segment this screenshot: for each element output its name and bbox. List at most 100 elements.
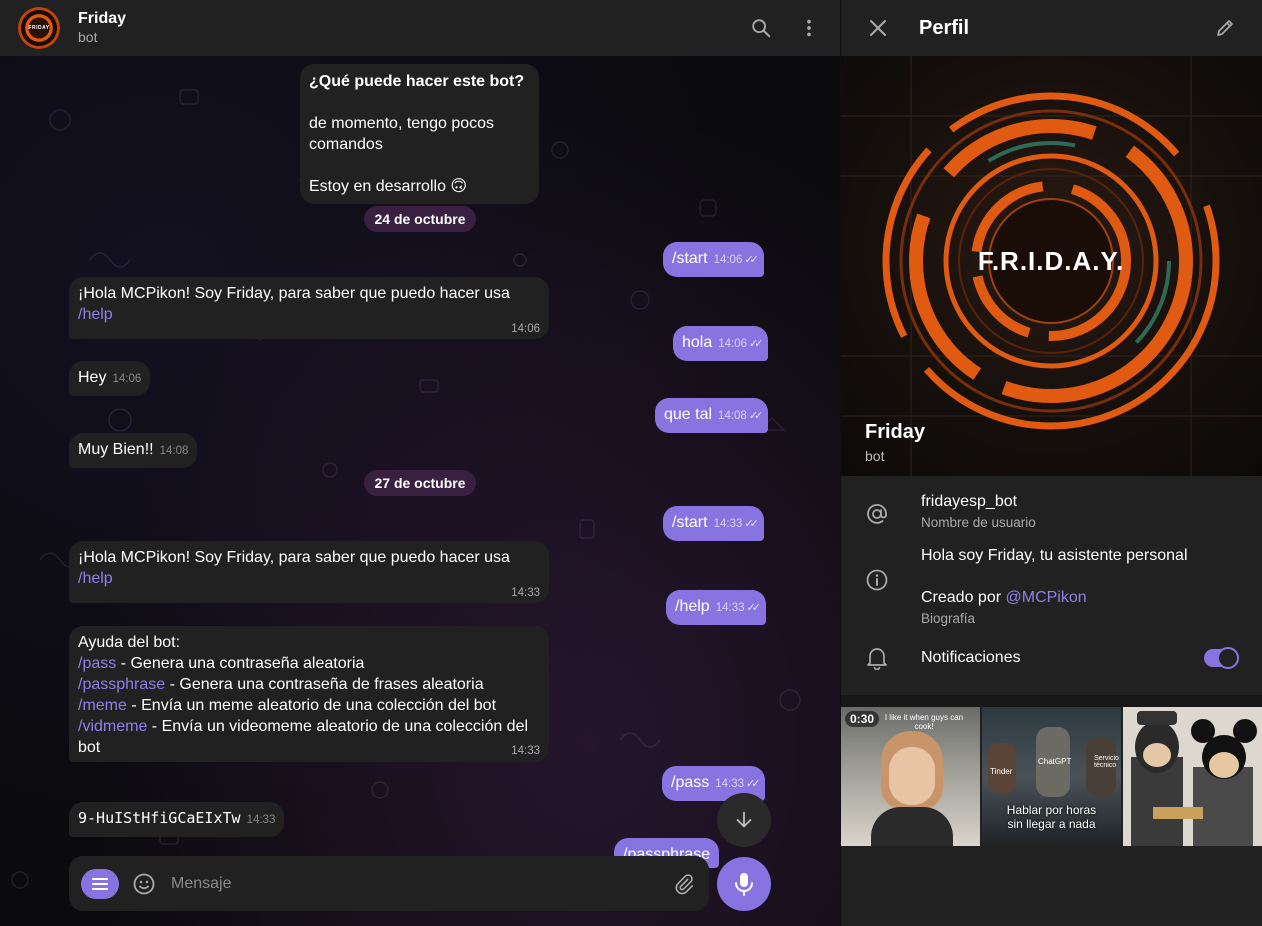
message-time: 14:06 (511, 323, 540, 335)
avatar-text: FRIDAY (28, 25, 50, 31)
command-description: - Envía un videomeme aleatorio de una co… (147, 718, 529, 735)
person-face (889, 747, 935, 805)
message-text: que tal (664, 406, 713, 423)
voice-record-button[interactable] (717, 857, 771, 911)
message-time: 14:06 (713, 254, 743, 266)
read-checks-icon: ✓✓ (746, 602, 761, 614)
message-in[interactable]: Muy Bien!! 14:08 (69, 433, 198, 468)
username-row[interactable]: fridayesp_bot Nombre de usuario (841, 492, 1262, 532)
message-time: 14:08 (718, 410, 747, 422)
command-link[interactable]: /help (78, 570, 113, 587)
app: FRIDAY Friday bot ¿Qué puede hacer este … (0, 0, 1262, 926)
bot-description-bubble: ¿Qué puede hacer este bot? de momento, t… (300, 64, 539, 204)
message-text: /start (672, 514, 708, 531)
meme-label: ChatGPT (1038, 757, 1072, 766)
meme-caption: sin llegar a nada (1007, 817, 1096, 831)
bio-line: Creado por (921, 589, 1006, 606)
search-icon[interactable] (748, 15, 774, 41)
command-description: bot (78, 739, 101, 756)
message-time: 14:33 (715, 602, 745, 614)
logo-text: F.R.I.D.A.Y. (978, 246, 1124, 276)
read-checks-icon: ✓✓ (744, 518, 759, 530)
command-link[interactable]: /help (78, 306, 113, 323)
message-in[interactable]: ¡Hola MCPikon! Soy Friday, para saber qu… (69, 541, 549, 603)
menu-icon (92, 877, 108, 890)
media-meme-thumb[interactable]: Tinder ChatGPT Servicio técnico Hablar p… (982, 707, 1121, 846)
message-text: Muy Bien!! (78, 441, 154, 458)
message-time: 14:33 (715, 778, 745, 790)
message-text: Hey (78, 369, 107, 386)
message-time: 14:08 (159, 445, 189, 457)
meme-label: Tinder (990, 767, 1013, 776)
read-checks-icon: ✓✓ (749, 338, 764, 350)
notifications-row[interactable]: Notificaciones (841, 646, 1262, 670)
shared-media-grid: 0:30 I like it when guys can cook! Tinde… (841, 707, 1262, 846)
message-out[interactable]: /help 14:33 ✓✓ (666, 590, 766, 625)
media-video-thumb[interactable]: 0:30 I like it when guys can cook! (841, 707, 980, 846)
message-text: /pass (671, 774, 710, 791)
bot-description-line: Estoy en desarrollo 🙃 (309, 178, 468, 195)
bot-description-line: de momento, tengo pocos (309, 115, 495, 132)
command-link[interactable]: /passphrase (78, 676, 165, 693)
bell-icon (865, 646, 889, 670)
friday-logo-art: F.R.I.D.A.Y. (841, 56, 1262, 476)
bot-menu-button[interactable] (81, 868, 119, 899)
read-checks-icon: ✓✓ (744, 254, 759, 266)
info-icon (865, 546, 889, 592)
meme-caption: Hablar por horas (1006, 803, 1097, 817)
arrow-down-icon (736, 811, 752, 828)
bio-label: Biografía (921, 611, 976, 626)
message-list: ¿Qué puede hacer este bot? de momento, t… (0, 56, 840, 926)
message-time: 14:33 (246, 814, 276, 826)
command-link[interactable]: /meme (78, 697, 127, 714)
more-vertical-icon[interactable] (796, 15, 822, 41)
profile-photo[interactable]: F.R.I.D.A.Y. Friday bot (841, 56, 1262, 476)
message-in[interactable]: 9-HuIStHfiGCaEIxTw 14:33 (69, 802, 285, 837)
message-text: /start (672, 250, 708, 267)
message-composer (69, 856, 709, 911)
microphone-icon (735, 873, 753, 896)
meme-label: Servicio técnico (1094, 755, 1119, 769)
notifications-label: Notificaciones (921, 649, 1021, 666)
help-message[interactable]: Ayuda del bot: /pass - Genera una contra… (69, 626, 549, 762)
message-in[interactable]: Hey 14:06 (69, 361, 151, 396)
message-out[interactable]: /start 14:06 ✓✓ (663, 242, 764, 277)
message-out[interactable]: que tal 14:08 ✓✓ (655, 398, 769, 433)
bot-avatar[interactable]: FRIDAY (18, 7, 60, 49)
read-checks-icon: ✓✓ (746, 778, 761, 790)
media-image-thumb[interactable] (1123, 707, 1262, 846)
attach-icon[interactable] (671, 871, 697, 897)
message-input[interactable] (171, 874, 671, 893)
message-text: hola (682, 334, 713, 351)
message-time: 14:33 (511, 745, 540, 757)
cartoon-characters-art (1131, 711, 1257, 846)
command-description: - Genera una contraseña de frases aleato… (165, 676, 484, 693)
message-text: ¡Hola MCPikon! Soy Friday, para saber qu… (78, 285, 510, 302)
command-link[interactable]: /vidmeme (78, 718, 147, 735)
chat-title-block[interactable]: Friday bot (78, 10, 126, 46)
close-icon[interactable] (865, 15, 891, 41)
chat-title: Friday (78, 10, 127, 27)
message-out[interactable]: /start 14:33 ✓✓ (663, 506, 764, 541)
message-out[interactable]: hola 14:06 ✓✓ (673, 326, 769, 361)
profile-panel: Perfil F.R.I.D.A.Y. Friday bot fridayesp… (840, 0, 1262, 926)
message-time: 14:06 (718, 338, 748, 350)
scroll-down-button[interactable] (717, 793, 771, 847)
bio-row[interactable]: Hola soy Friday, tu asistente personal C… (841, 546, 1262, 628)
creator-mention-link[interactable]: @MCPikon (1006, 589, 1087, 606)
at-sign-icon (865, 492, 889, 526)
message-time: 14:06 (112, 373, 142, 385)
edit-pencil-icon[interactable] (1212, 15, 1238, 41)
emoji-icon[interactable] (131, 871, 157, 897)
message-time: 14:33 (511, 587, 540, 599)
message-time: 14:33 (713, 518, 743, 530)
username-value: fridayesp_bot (921, 493, 1018, 510)
chat-header: FRIDAY Friday bot (0, 0, 840, 56)
message-in[interactable]: ¡Hola MCPikon! Soy Friday, para saber qu… (69, 277, 549, 339)
username-label: Nombre de usuario (921, 515, 1036, 530)
notifications-toggle[interactable] (1204, 647, 1239, 669)
help-title: Ayuda del bot: (78, 634, 181, 651)
message-text: 9-HuIStHfiGCaEIxTw (78, 809, 241, 827)
chat-panel: FRIDAY Friday bot ¿Qué puede hacer este … (0, 0, 840, 926)
command-link[interactable]: /pass (78, 655, 116, 672)
